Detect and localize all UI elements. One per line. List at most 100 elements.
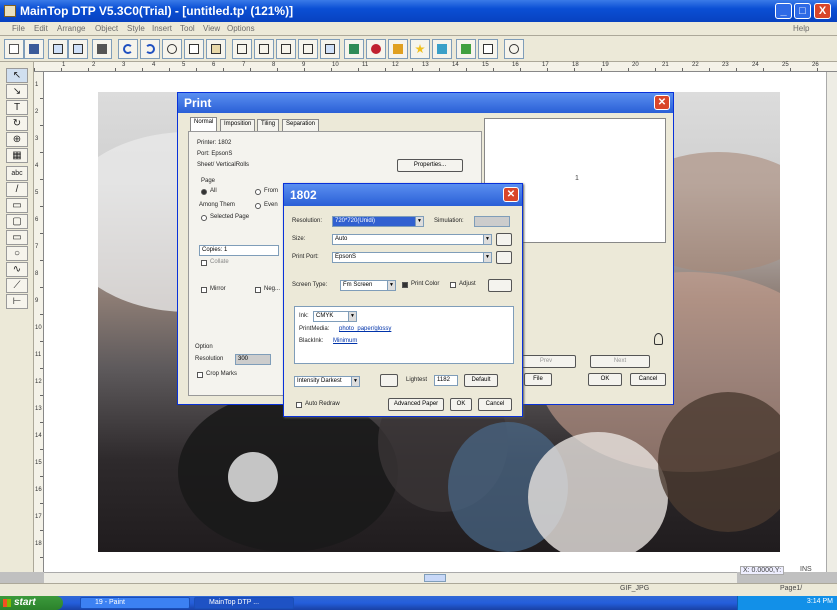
cut-button[interactable] [162, 39, 182, 59]
horizontal-ruler[interactable]: 1 2 3 4 5 6 7 8 9 10 11 12 13 14 15 16 17 18 19 20 21 22 23 24 2… [34, 62, 837, 72]
page1-button[interactable] [48, 39, 68, 59]
tab-imposition[interactable]: Imposition [220, 119, 256, 131]
print-media-link[interactable]: photo_paper/glossy [339, 326, 391, 332]
menu-object[interactable]: Object [95, 24, 118, 33]
negative-checkbox[interactable] [255, 287, 261, 293]
fill-button[interactable] [388, 39, 408, 59]
task-maintop[interactable]: MainTop DTP ... [194, 597, 294, 609]
align-center-button[interactable] [254, 39, 274, 59]
menu-tool[interactable]: Tool [180, 24, 195, 33]
resolution-field[interactable]: 300 [235, 354, 271, 365]
print-ok-button[interactable]: OK [588, 373, 622, 386]
freehand-tool[interactable]: ⟋ [6, 278, 28, 293]
table-tool[interactable]: ▦ [6, 148, 28, 163]
chart-button[interactable] [456, 39, 476, 59]
chevron-down-icon[interactable]: ▼ [348, 312, 356, 321]
simulation-field[interactable] [474, 216, 510, 227]
shape-button[interactable] [366, 39, 386, 59]
menu-insert[interactable]: Insert [152, 24, 172, 33]
all-radio[interactable] [201, 189, 207, 195]
file-button[interactable]: File [524, 373, 552, 386]
from-radio[interactable] [255, 189, 261, 195]
advanced-paper-button[interactable]: Advanced Paper [388, 398, 444, 411]
selected-page-radio[interactable] [201, 215, 207, 221]
default-button[interactable]: Default [464, 374, 498, 387]
even-radio[interactable] [255, 203, 261, 209]
measure-tool[interactable]: ⊢ [6, 294, 28, 309]
color-button[interactable] [344, 39, 364, 59]
chevron-down-icon[interactable]: ▼ [415, 217, 423, 226]
group-button[interactable] [298, 39, 318, 59]
vertical-scrollbar[interactable] [826, 72, 837, 572]
rectangle-tool[interactable]: ▭ [6, 198, 28, 213]
print-port-select[interactable]: EpsonS [332, 252, 492, 263]
size-more-button[interactable] [496, 233, 512, 246]
star-button[interactable] [410, 39, 430, 59]
tab-separation[interactable]: Separation [282, 119, 320, 131]
paste-button[interactable] [206, 39, 226, 59]
frame-tool[interactable]: ▭ [6, 230, 28, 245]
redo-button[interactable] [140, 39, 160, 59]
auto-redraw-checkbox[interactable] [296, 402, 302, 408]
menu-style[interactable]: Style [127, 24, 145, 33]
properties-button[interactable]: Properties... [397, 159, 463, 172]
next-button[interactable]: Next [590, 355, 650, 368]
mirror-checkbox[interactable] [201, 287, 207, 293]
menu-arrange[interactable]: Arrange [57, 24, 85, 33]
print-dialog-close-button[interactable]: ✕ [654, 95, 670, 110]
blackink-link[interactable]: Minimum [333, 338, 357, 344]
chevron-down-icon[interactable]: ▼ [351, 377, 359, 386]
close-button[interactable]: X [814, 3, 831, 19]
menu-view[interactable]: View [203, 24, 220, 33]
intensity-more-button[interactable] [380, 374, 398, 387]
page-setup-button[interactable] [478, 39, 498, 59]
lightest-field[interactable]: 1182 [434, 375, 458, 386]
prev-button[interactable]: Prev [516, 355, 576, 368]
print-button[interactable] [92, 39, 112, 59]
menu-help[interactable]: Help [793, 24, 809, 33]
align-right-button[interactable] [276, 39, 296, 59]
copies-field[interactable]: Copies: 1 [199, 245, 279, 256]
scroll-thumb[interactable] [424, 574, 446, 582]
port-more-button[interactable] [496, 251, 512, 264]
horizontal-scrollbar[interactable] [44, 572, 737, 583]
line-tool[interactable]: / [6, 182, 28, 197]
resolution-select[interactable]: 720*720(Unidi) [332, 216, 424, 227]
chevron-down-icon[interactable]: ▼ [483, 253, 491, 262]
tab-tiling[interactable]: Tiling [257, 119, 280, 131]
print-color-checkbox[interactable] [402, 282, 408, 288]
node-tool[interactable]: ↘ [6, 84, 28, 99]
adjust-more-button[interactable] [488, 279, 512, 292]
copy-button[interactable] [184, 39, 204, 59]
menu-options[interactable]: Options [227, 24, 255, 33]
ellipse-tool[interactable]: ○ [6, 246, 28, 261]
ungroup-button[interactable] [320, 39, 340, 59]
size-select[interactable]: Auto [332, 234, 492, 245]
printer-settings-cancel-button[interactable]: Cancel [478, 398, 512, 411]
page2-button[interactable] [68, 39, 88, 59]
tab-normal[interactable]: Normal [190, 117, 218, 131]
task-paint[interactable]: 19 - Paint [80, 597, 190, 609]
print-cancel-button[interactable]: Cancel [630, 373, 666, 386]
minimize-button[interactable]: _ [775, 3, 792, 19]
undo-button[interactable] [118, 39, 138, 59]
adjust-checkbox[interactable] [450, 282, 456, 288]
printer-settings-ok-button[interactable]: OK [450, 398, 472, 411]
vertical-ruler[interactable]: 1 2 3 4 5 6 7 8 9 10 11 12 13 14 15 16 17 18 [34, 72, 44, 572]
maximize-button[interactable]: □ [794, 3, 811, 19]
curve-tool[interactable]: ∿ [6, 262, 28, 277]
zoom-button[interactable] [504, 39, 524, 59]
rounded-rect-tool[interactable]: ▢ [6, 214, 28, 229]
select-tool[interactable]: ↖ [6, 68, 28, 83]
printer-settings-close-button[interactable]: ✕ [503, 187, 519, 202]
rotate-tool[interactable]: ↻ [6, 116, 28, 131]
save-button[interactable] [24, 39, 44, 59]
menu-file[interactable]: File [12, 24, 25, 33]
collate-checkbox[interactable] [201, 260, 207, 266]
align-left-button[interactable] [232, 39, 252, 59]
text-tool[interactable]: T [6, 100, 28, 115]
menu-edit[interactable]: Edit [34, 24, 48, 33]
chevron-down-icon[interactable]: ▼ [387, 281, 395, 290]
path-text-tool[interactable]: abc [6, 166, 28, 181]
zoom-tool[interactable]: ⊕ [6, 132, 28, 147]
